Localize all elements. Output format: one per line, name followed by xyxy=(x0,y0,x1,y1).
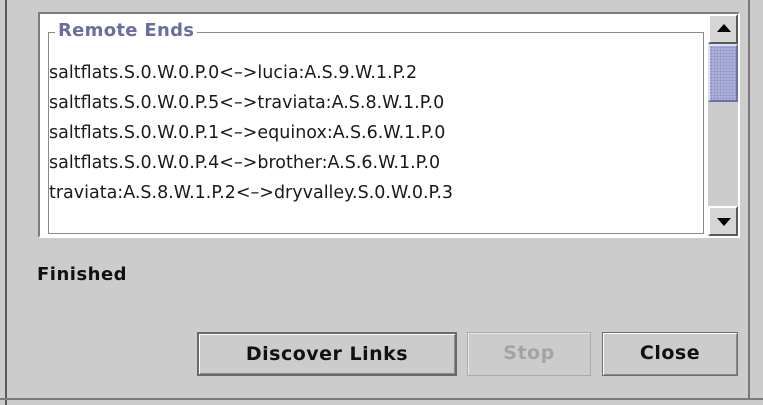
scroll-down-button[interactable] xyxy=(708,206,738,236)
triangle-down-icon xyxy=(717,218,731,226)
list-item[interactable]: saltflats.S.0.W.0.P.5<–>traviata:A.S.8.W… xyxy=(49,88,699,118)
list-item[interactable]: traviata:A.S.8.W.1.P.2<–>dryvalley.S.0.W… xyxy=(49,178,699,208)
status-label: Finished xyxy=(37,264,128,285)
window-edge-bottom xyxy=(0,398,763,400)
scroll-up-button[interactable] xyxy=(708,14,738,44)
list-item[interactable]: saltflats.S.0.W.0.P.4<–>brother:A.S.6.W.… xyxy=(49,148,699,178)
remote-ends-scroll-pane[interactable]: Remote Ends saltflats.S.0.W.0.P.0<–>luci… xyxy=(38,12,740,238)
list-item[interactable]: saltflats.S.0.W.0.P.0<–>lucia:A.S.9.W.1.… xyxy=(49,58,699,88)
scroll-thumb[interactable] xyxy=(708,44,738,102)
stop-button[interactable]: Stop xyxy=(467,332,591,376)
close-button[interactable]: Close xyxy=(602,332,738,376)
triangle-up-icon xyxy=(717,24,731,32)
vertical-scrollbar[interactable] xyxy=(708,14,738,236)
window-edge-right xyxy=(748,0,750,400)
list-item[interactable]: saltflats.S.0.W.0.P.1<–>equinox:A.S.6.W.… xyxy=(49,118,699,148)
window-edge-left xyxy=(5,0,7,405)
remote-ends-list[interactable]: saltflats.S.0.W.0.P.0<–>lucia:A.S.9.W.1.… xyxy=(49,58,699,208)
remote-ends-title: Remote Ends xyxy=(55,19,198,43)
discover-links-button[interactable]: Discover Links xyxy=(197,332,457,376)
